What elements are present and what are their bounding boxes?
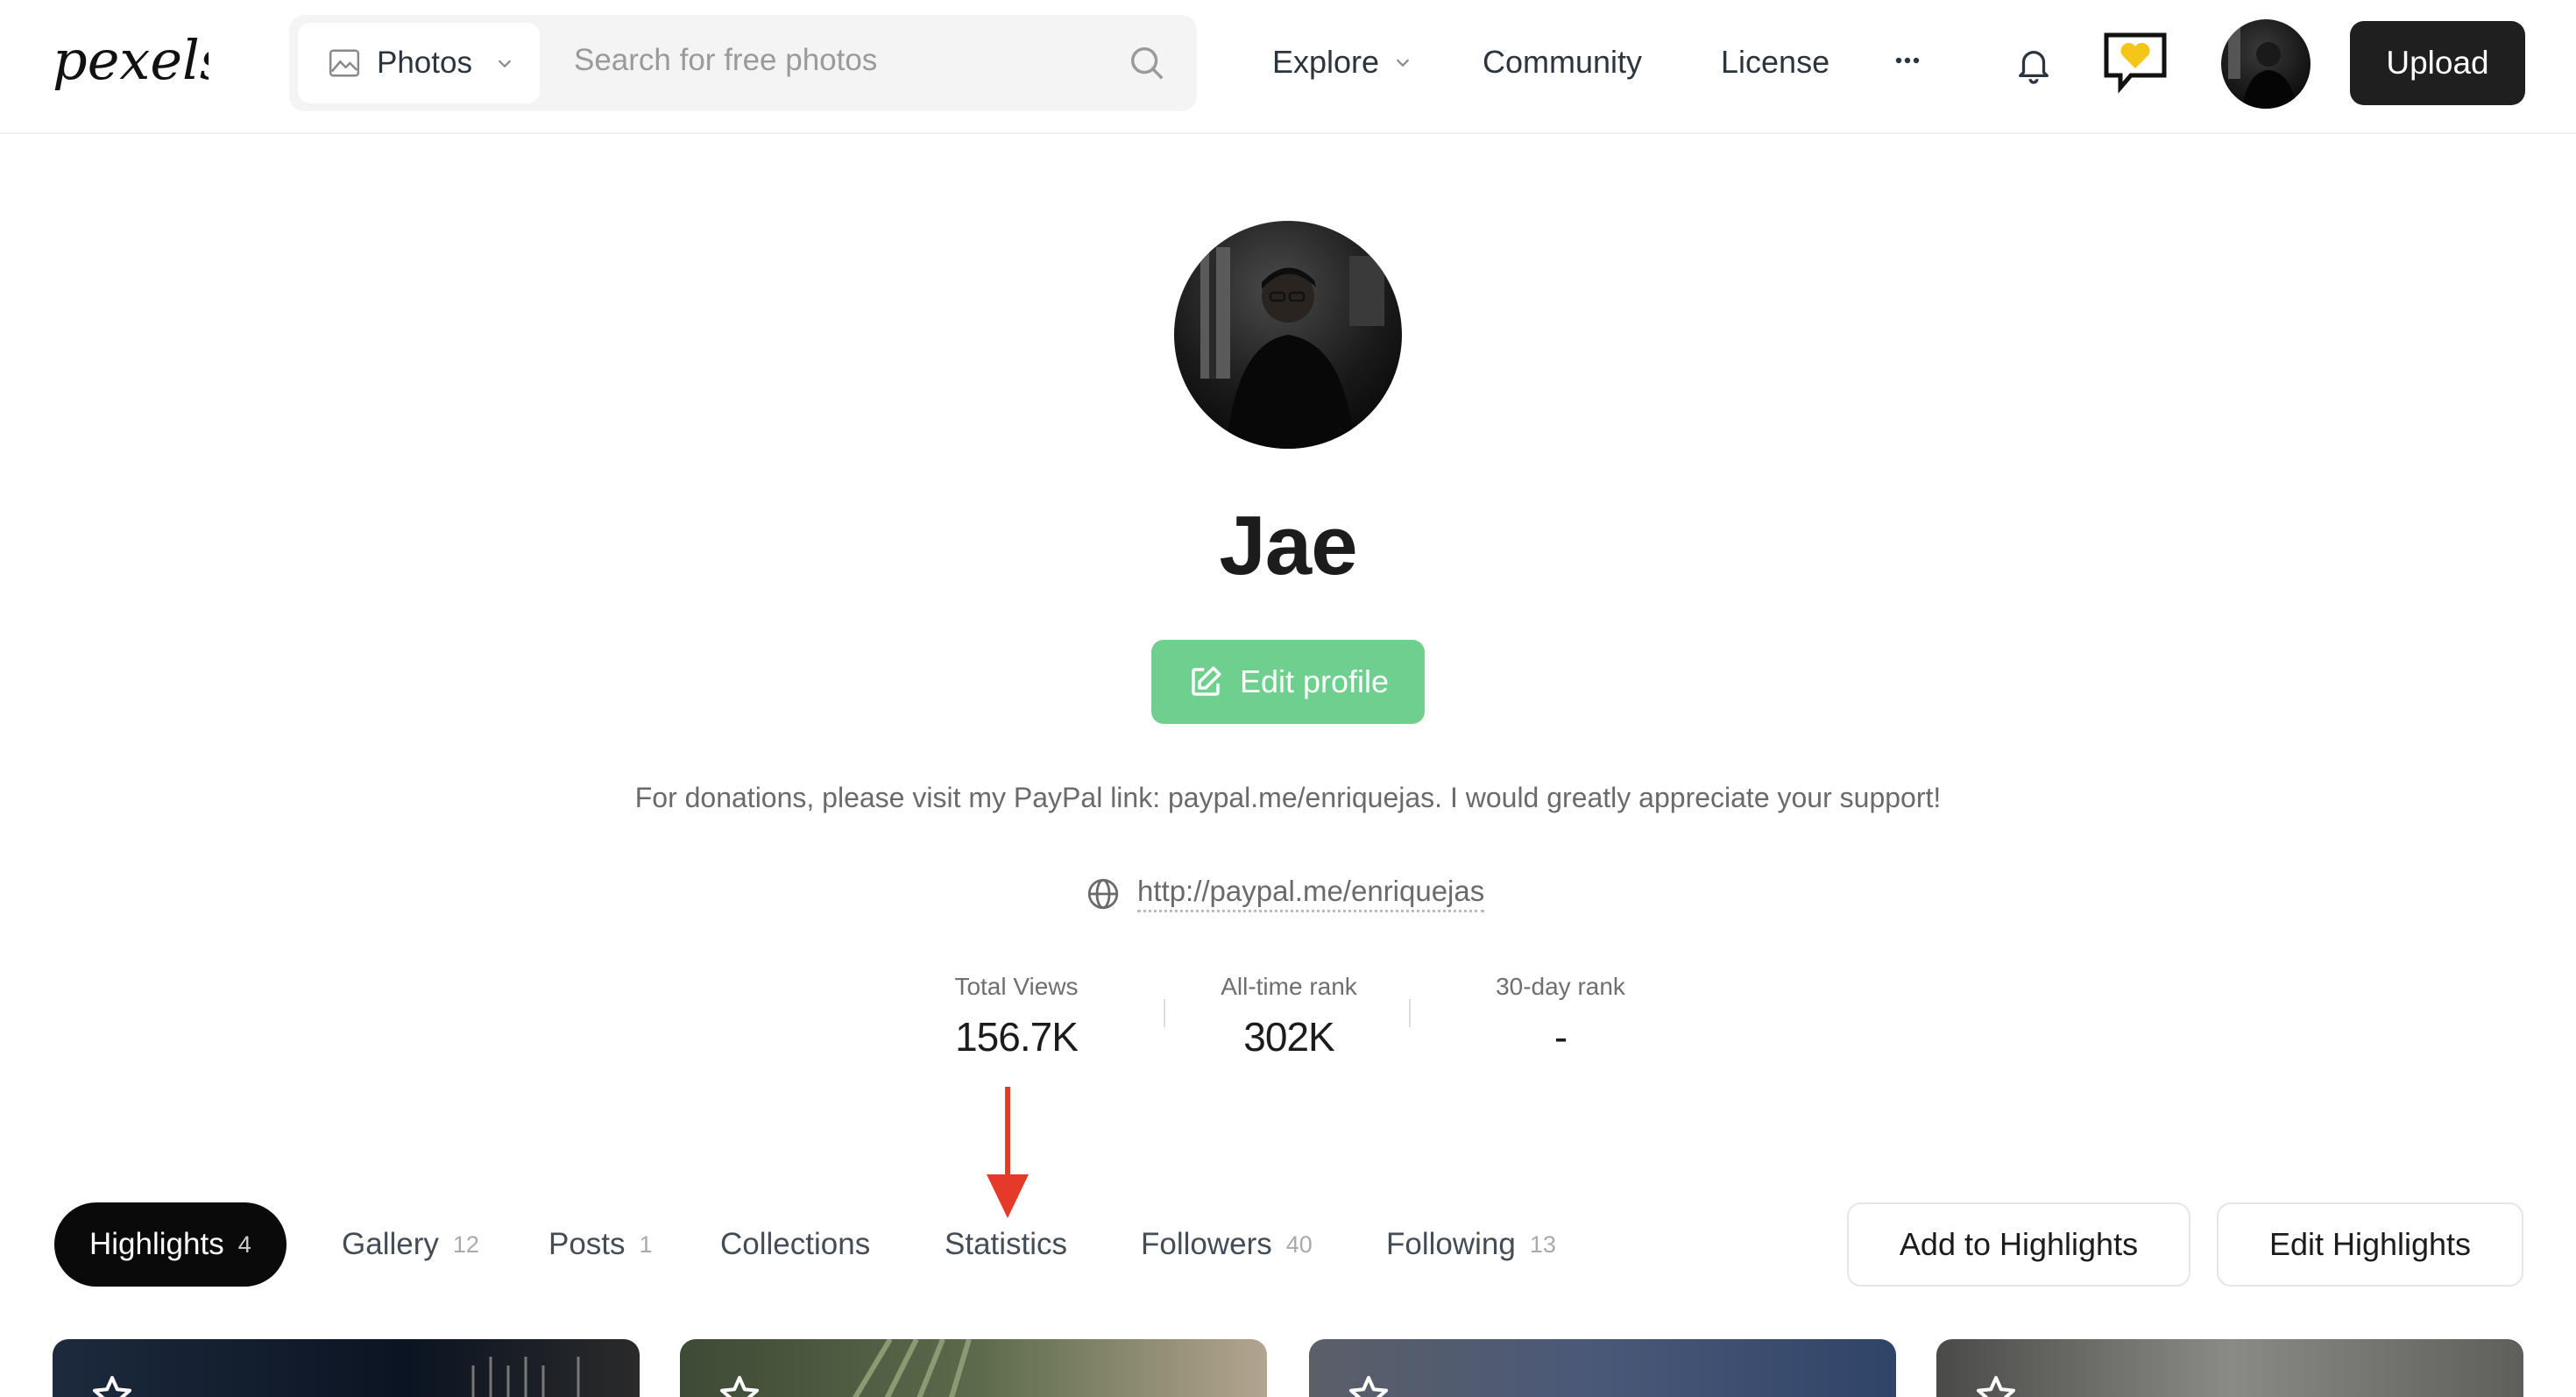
avatar-image — [2221, 19, 2311, 109]
user-avatar[interactable] — [2221, 19, 2311, 109]
search-input[interactable]: Search for free photos — [574, 43, 877, 78]
logo-text: pexels — [53, 28, 209, 92]
tab-following[interactable]: Following 13 — [1386, 1202, 1556, 1287]
pexels-logo[interactable]: pexels — [51, 25, 209, 103]
chevron-down-icon[interactable] — [1393, 53, 1412, 72]
nav-explore[interactable]: Explore — [1272, 44, 1379, 81]
stat-value: 156.7K — [955, 1014, 1079, 1060]
heart-badge-icon[interactable] — [2101, 30, 2169, 96]
stat-divider — [1409, 999, 1411, 1027]
tab-count: 40 — [1285, 1230, 1313, 1258]
profile-page: pexels Photos Search for free photos Exp… — [0, 0, 2576, 1397]
tab-label: Statistics — [945, 1227, 1068, 1261]
top-nav-bar: pexels Photos Search for free photos Exp… — [0, 0, 2576, 134]
profile-name: Jae — [1219, 499, 1357, 592]
star-icon[interactable] — [91, 1374, 133, 1397]
globe-icon — [1087, 878, 1119, 909]
stat-value: 302K — [1243, 1014, 1334, 1060]
profile-avatar-image — [1174, 221, 1402, 449]
add-to-highlights-button[interactable]: Add to Highlights — [1847, 1202, 2190, 1287]
tab-highlights[interactable]: Highlights 4 — [54, 1202, 287, 1287]
stat-30-day-rank: 30-day rank - — [1481, 973, 1640, 1060]
star-icon[interactable] — [1975, 1374, 2017, 1397]
tab-gallery[interactable]: Gallery 12 — [342, 1202, 479, 1287]
photo-thumbnail — [1936, 1339, 2523, 1397]
more-icon[interactable] — [1894, 54, 1921, 67]
photo-card[interactable] — [680, 1339, 1267, 1397]
stat-divider — [1164, 999, 1165, 1027]
image-icon — [329, 49, 360, 77]
search-bar: Photos Search for free photos — [289, 15, 1197, 111]
photo-thumbnail — [53, 1339, 640, 1397]
search-icon[interactable] — [1127, 43, 1167, 83]
nav-community[interactable]: Community — [1483, 44, 1642, 81]
chevron-down-icon — [498, 60, 512, 68]
stat-label: Total Views — [954, 973, 1079, 1000]
edit-icon — [1192, 666, 1221, 696]
website-link-row: http://paypal.me/enriquejas — [1085, 875, 1485, 912]
tab-followers[interactable]: Followers 40 — [1141, 1202, 1313, 1287]
tab-label: Following — [1386, 1227, 1516, 1261]
tab-count: 1 — [639, 1230, 653, 1258]
tab-label: Highlights — [89, 1227, 224, 1261]
nav-license[interactable]: License — [1721, 44, 1829, 81]
edit-highlights-button[interactable]: Edit Highlights — [2217, 1202, 2523, 1287]
tab-label: Gallery — [342, 1227, 439, 1261]
tab-label: Followers — [1141, 1227, 1272, 1261]
tab-statistics[interactable]: Statistics — [945, 1202, 1067, 1287]
stat-label: 30-day rank — [1496, 973, 1625, 1000]
website-link[interactable]: http://paypal.me/enriquejas — [1137, 875, 1485, 912]
photo-thumbnail — [680, 1339, 1267, 1397]
edit-profile-label: Edit profile — [1239, 663, 1390, 699]
tab-count: 13 — [1529, 1230, 1556, 1258]
search-type-dropdown[interactable]: Photos — [298, 23, 540, 103]
photo-card[interactable] — [53, 1339, 640, 1397]
star-icon[interactable] — [1348, 1374, 1390, 1397]
photo-card[interactable] — [1936, 1339, 2523, 1397]
tab-label: Posts — [548, 1227, 626, 1261]
tab-count: 12 — [452, 1230, 479, 1258]
stat-total-views: Total Views 156.7K — [936, 973, 1097, 1060]
profile-avatar — [1174, 221, 1402, 449]
stat-value: - — [1553, 1014, 1568, 1060]
stat-label: All-time rank — [1221, 973, 1357, 1000]
search-type-label: Photos — [377, 46, 472, 80]
photo-thumbnail — [1309, 1339, 1896, 1397]
bell-icon[interactable] — [2013, 44, 2054, 84]
stat-all-time-rank: All-time rank 302K — [1207, 973, 1370, 1060]
tab-posts[interactable]: Posts 1 — [548, 1202, 653, 1287]
upload-button[interactable]: Upload — [2350, 21, 2525, 105]
tab-collections[interactable]: Collections — [720, 1202, 870, 1287]
photo-card[interactable] — [1309, 1339, 1896, 1397]
edit-profile-button[interactable]: Edit profile — [1151, 640, 1425, 724]
tab-label: Collections — [720, 1227, 871, 1261]
profile-bio: For donations, please visit my PayPal li… — [634, 782, 1942, 813]
star-icon[interactable] — [718, 1374, 761, 1397]
tab-count: 4 — [237, 1230, 251, 1258]
